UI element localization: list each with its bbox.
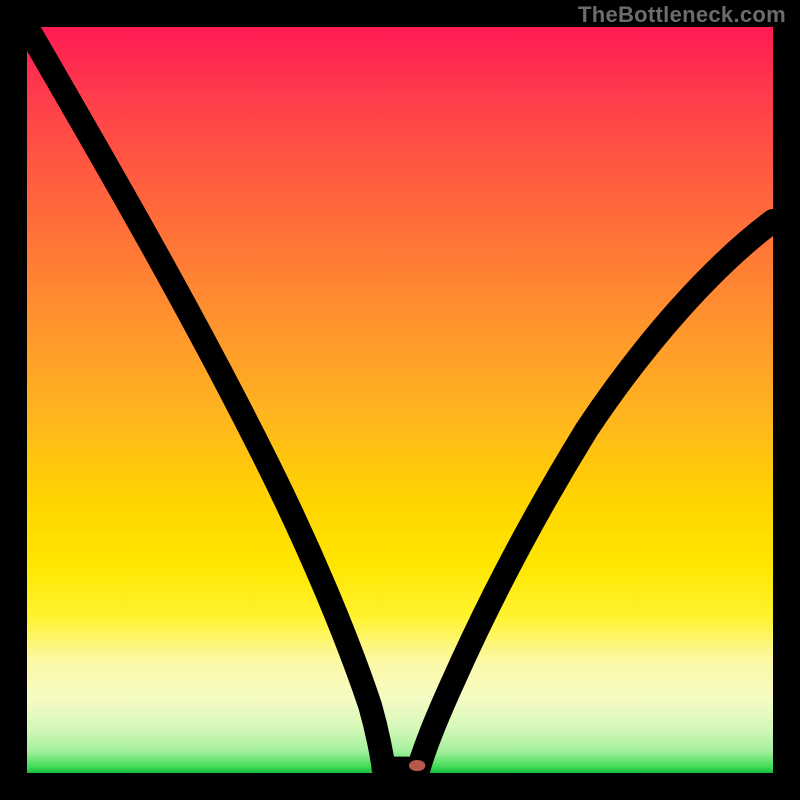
watermark-text: TheBottleneck.com	[578, 2, 786, 28]
chart-container: TheBottleneck.com	[0, 0, 800, 800]
curve-right-branch	[419, 221, 773, 769]
curve-left-branch	[27, 27, 384, 769]
plot-area	[27, 27, 773, 773]
bottleneck-curve	[27, 27, 773, 773]
minimum-marker	[409, 760, 425, 771]
